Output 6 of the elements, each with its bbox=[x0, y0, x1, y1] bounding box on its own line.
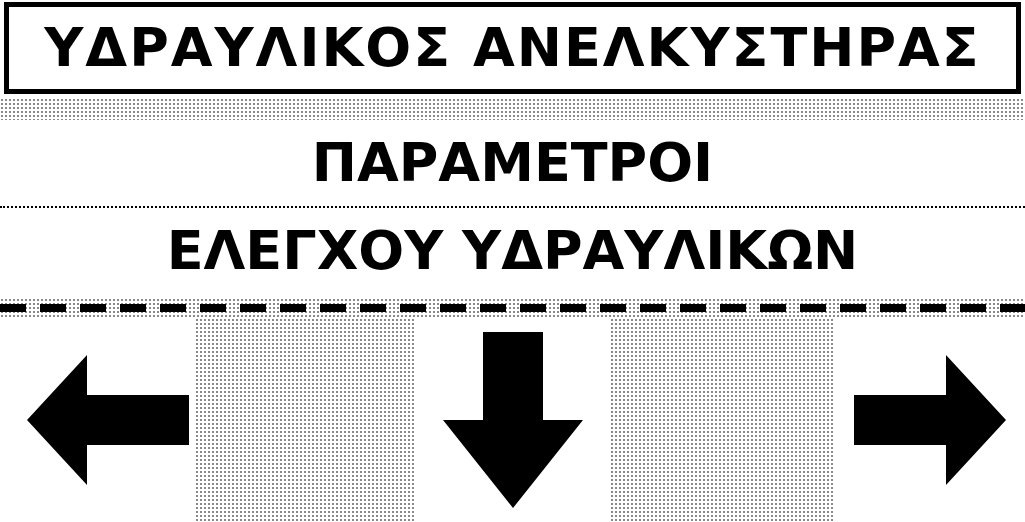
screen-title: ΥΔΡΑΥΛΙΚΟΣ ΑΝΕΛΚΥΣΤΗΡΑΣ bbox=[44, 21, 981, 75]
menu-line: ΠΑΡΑΜΕΤΡΟΙ bbox=[311, 136, 714, 190]
right-arrow-icon bbox=[854, 355, 1006, 485]
menu-line: ΕΛΕΓΧΟΥ ΥΔΡΑΥΛΙΚΩΝ bbox=[166, 224, 859, 278]
left-arrow-icon bbox=[26, 355, 189, 485]
down-arrow-icon bbox=[442, 332, 583, 508]
